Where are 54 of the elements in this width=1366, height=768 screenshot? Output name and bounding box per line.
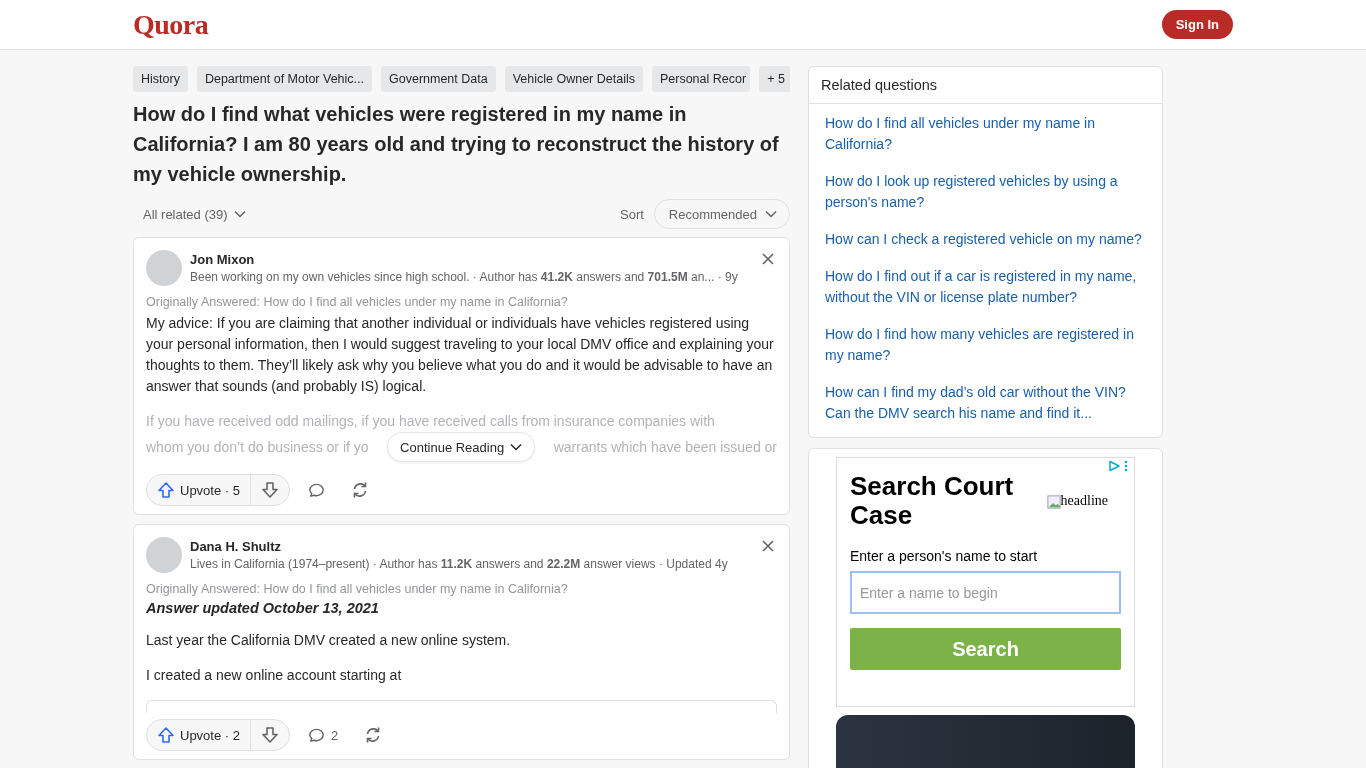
topic-tag[interactable]: Government Data (381, 66, 496, 92)
topic-tag[interactable]: History (133, 66, 188, 92)
all-related-dropdown[interactable]: All related (39) (133, 206, 256, 222)
chevron-down-icon (510, 443, 523, 451)
related-question-link[interactable]: How do I find out if a car is registered in my name, without the VIN or license plate number? (809, 257, 1162, 315)
name-input-field[interactable]: Enter a name to begin (850, 571, 1121, 614)
answer-paragraph: My advice: If you are claiming that another individual or individuals have vehicles registered using your personal information, then I would suggest traveling to your local DMV office and explaining your thoughts to them. They’ll likely ask why you believe what you do and it would be advisable to have an answer that sounds (and probably IS) logical. (146, 314, 775, 396)
author-name[interactable]: Dana H. Shultz (190, 539, 777, 554)
upvote-arrow-icon (157, 481, 175, 499)
broken-image: headline (1046, 493, 1108, 509)
originally-answered: Originally Answered: How do I find all vehicles under my name in California? (146, 582, 569, 596)
comment-button[interactable]: 2 (300, 722, 347, 748)
logo[interactable]: Quora (133, 8, 209, 41)
field-label: Enter a person's name to start (850, 548, 1039, 564)
originally-answered: Originally Answered: How do I find all vehicles under my name in California? (146, 295, 569, 309)
sign-in-button[interactable]: Sign In (1161, 10, 1233, 39)
related-question-link[interactable]: How can I find my dad’s old car without the VIN? Can the DMV search his name and find it... (809, 373, 1162, 431)
share-icon (351, 481, 369, 499)
question-title: How do I find what vehicles were registered in my name in California? I am 80 years old and trying to reconstruct the history of my vehicle ownership. (133, 102, 780, 187)
chevron-down-icon (765, 210, 777, 218)
comment-icon (308, 726, 325, 744)
topic-tag[interactable]: Vehicle Owner Details (504, 66, 643, 92)
answer-paragraph: I created a new online account starting at (146, 666, 403, 685)
comment-icon (308, 481, 325, 499)
related-question-link[interactable]: How do I find how many vehicles are registered in my name? (809, 315, 1162, 373)
panel-title: Related questions (809, 67, 1162, 104)
continue-reading-button[interactable]: Continue Reading (387, 432, 536, 462)
topic-tag[interactable]: Personal Recor (651, 66, 751, 92)
upvote-arrow-icon (157, 726, 175, 744)
more-topics-tag[interactable]: + 5 (759, 66, 790, 92)
answer-paragraph: Last year the California DMV created a new online system. (146, 631, 512, 650)
author-credential: Lives in California (1974–present) · Author has 11.2K answers and 22.2M answer views · Updated 4y (190, 557, 729, 571)
author-name[interactable]: Jon Mixon (190, 252, 777, 267)
ad-headline[interactable]: Search Court Case (850, 472, 1030, 530)
chevron-down-icon (233, 210, 246, 218)
close-button[interactable] (761, 252, 775, 266)
topic-tag[interactable]: Department of Motor Vehic... (196, 66, 372, 92)
downvote-arrow-icon (261, 726, 279, 744)
faded-text: If you have received odd mailings, if you have received calls from insurance companies with (146, 412, 716, 431)
related-question-link[interactable]: How can I check a registered vehicle on my name? (809, 220, 1162, 257)
close-button[interactable] (761, 539, 775, 553)
author-credential: Been working on my own vehicles since high school. · Author has 41.2K answers and 701.5M an... · 9y (190, 270, 739, 284)
ad-choices-icon[interactable] (1108, 460, 1120, 472)
related-question-link[interactable]: How do I find all vehicles under my name in California? (809, 104, 1162, 162)
related-question-link[interactable]: How do I look up registered vehicles by using a person's name? (809, 162, 1162, 220)
more-options-icon[interactable] (1124, 460, 1128, 472)
faded-text: whom you don’t do business or if yo (146, 437, 369, 457)
faded-text: warrants which have been issued or (553, 437, 777, 457)
upvote-button[interactable]: Upvote · 5 (147, 475, 251, 505)
answer-heading: Answer updated October 13, 2021 (146, 600, 380, 616)
sort-dropdown[interactable]: Recommended (653, 199, 790, 229)
upvote-button[interactable]: Upvote · 2 (147, 720, 251, 750)
downvote-arrow-icon (261, 481, 279, 499)
sort-label: Sort (620, 206, 644, 222)
